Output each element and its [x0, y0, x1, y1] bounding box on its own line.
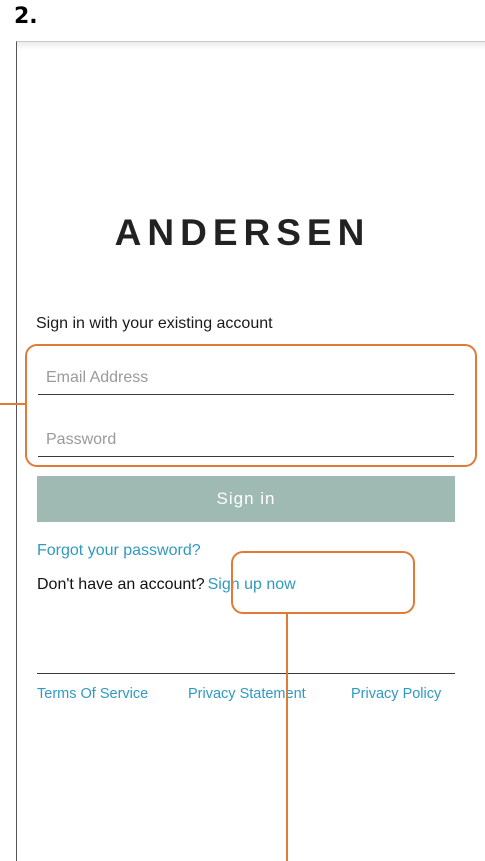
terms-of-service-link[interactable]: Terms Of Service [37, 686, 148, 702]
forgot-password-link[interactable]: Forgot your password? [37, 542, 201, 560]
privacy-statement-link[interactable]: Privacy Statement [188, 686, 306, 702]
step-number: 2. [14, 4, 38, 29]
footer-divider [37, 673, 455, 674]
signin-subtitle: Sign in with your existing account [36, 315, 273, 332]
credentials-callout-pointer [0, 403, 26, 405]
signup-callout-pointer [286, 614, 288, 861]
no-account-text: Don't have an account? [37, 576, 205, 593]
privacy-policy-link[interactable]: Privacy Policy [351, 686, 441, 702]
credentials-callout [25, 344, 477, 467]
signup-callout [231, 551, 415, 614]
status-bar-shade [17, 42, 485, 50]
sign-in-button[interactable]: Sign in [37, 476, 455, 522]
andersen-logo: ANDERSEN [114, 212, 371, 253]
